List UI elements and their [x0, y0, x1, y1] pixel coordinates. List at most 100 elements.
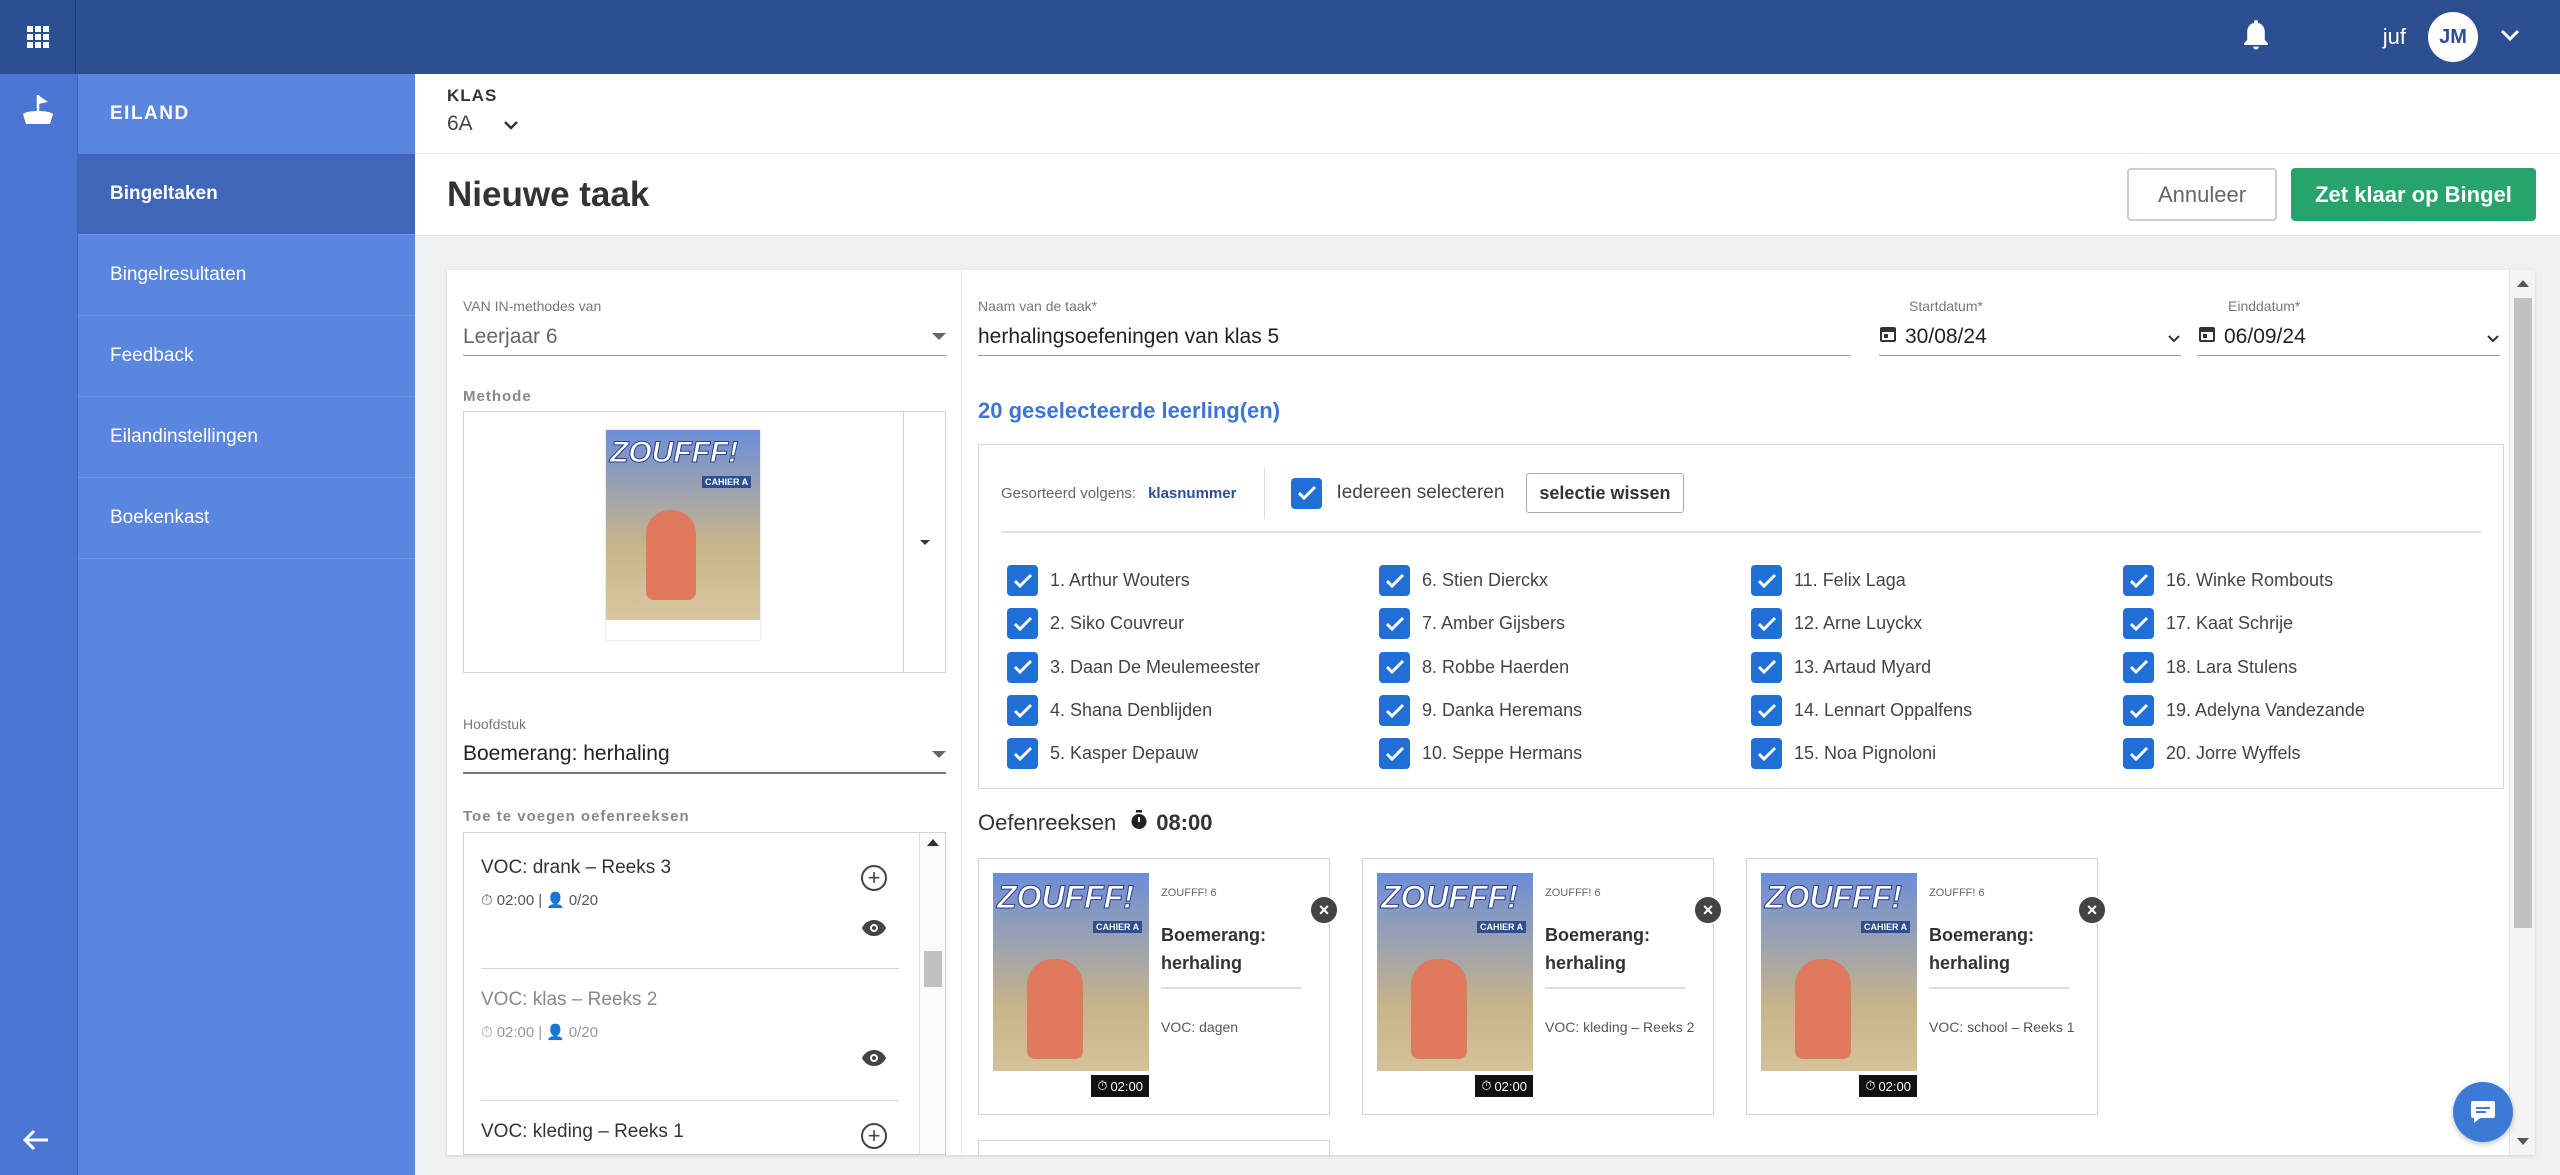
- exercise-card[interactable]: ZOUFFF! CAHIER A ⏱ 02:00 ZOUFFF! 6 Boemerang:…: [978, 858, 1339, 1115]
- student-item[interactable]: 5. Kasper Depauw: [1007, 732, 1379, 775]
- student-checkbox[interactable]: [1751, 608, 1782, 640]
- student-item[interactable]: 6. Stien Dierckx: [1379, 559, 1751, 602]
- student-name: 6. Stien Dierckx: [1422, 570, 1549, 591]
- student-checkbox[interactable]: [1379, 651, 1410, 683]
- card-partial: [978, 1140, 1330, 1155]
- scroll-up-icon[interactable]: [2517, 280, 2529, 287]
- student-item[interactable]: 14. Lennart Oppalfens: [1751, 689, 2123, 732]
- remove-card-icon[interactable]: ×: [1693, 895, 1723, 925]
- student-item[interactable]: 19. Adelyna Vandezande: [2123, 689, 2487, 732]
- student-item[interactable]: 1. Arthur Wouters: [1007, 559, 1379, 602]
- apps-grid-icon[interactable]: [0, 0, 76, 74]
- reeksen-scrollbar[interactable]: [919, 833, 945, 1154]
- reeksen-list[interactable]: VOC: drank – Reeks 3 ⏱ 02:00 | 👤 0/20 + VOC:…: [463, 832, 946, 1155]
- chevron-down-icon[interactable]: [2500, 28, 2520, 46]
- bell-icon[interactable]: [2241, 18, 2271, 57]
- student-item[interactable]: 16. Winke Rombouts: [2123, 559, 2487, 602]
- select-all-label[interactable]: Iedereen selecteren: [1336, 482, 1504, 504]
- student-checkbox[interactable]: [2123, 565, 2154, 597]
- methode-dropdown[interactable]: [903, 412, 945, 672]
- student-checkbox[interactable]: [2123, 608, 2154, 640]
- student-item[interactable]: 10. Seppe Hermans: [1379, 732, 1751, 775]
- student-item[interactable]: 2. Siko Couvreur: [1007, 602, 1379, 645]
- scroll-up-icon[interactable]: [927, 839, 939, 846]
- sidebar-item-eilandinstellingen[interactable]: Eilandinstellingen: [78, 397, 415, 478]
- student-item[interactable]: 18. Lara Stulens: [2123, 646, 2487, 689]
- scroll-thumb[interactable]: [2514, 298, 2532, 928]
- einddatum-field[interactable]: 06/09/24: [2198, 318, 2500, 356]
- sidebar-item-bingeltaken[interactable]: Bingeltaken: [78, 154, 415, 235]
- student-checkbox[interactable]: [1751, 565, 1782, 597]
- klas-select[interactable]: 6A: [447, 112, 2528, 136]
- student-item[interactable]: 13. Artaud Myard: [1751, 646, 2123, 689]
- caret-down-icon: [919, 539, 930, 545]
- scroll-down-icon[interactable]: [2517, 1138, 2529, 1145]
- island-logo-icon[interactable]: [19, 92, 57, 133]
- student-checkbox[interactable]: [1007, 651, 1038, 683]
- student-grid: 1. Arthur Wouters 6. Stien Dierckx 11. Fel…: [1007, 559, 2487, 775]
- student-checkbox[interactable]: [2123, 695, 2154, 727]
- student-checkbox[interactable]: [2123, 738, 2154, 770]
- select-all-checkbox[interactable]: [1291, 477, 1323, 509]
- title-bar: Nieuwe taak Annuleer Zet klaar op Bingel: [415, 154, 2560, 236]
- chat-icon[interactable]: [2453, 1082, 2513, 1142]
- eye-icon[interactable]: [861, 1049, 887, 1072]
- student-item[interactable]: 12. Arne Luyckx: [1751, 602, 2123, 645]
- card-time: ⏱ 02:00: [1475, 1075, 1533, 1097]
- student-item[interactable]: 3. Daan De Meulemeester: [1007, 646, 1379, 689]
- separator: |: [538, 1023, 543, 1041]
- student-checkbox[interactable]: [1007, 738, 1038, 770]
- arrow-left-icon[interactable]: [22, 1128, 50, 1157]
- student-name: 18. Lara Stulens: [2166, 656, 2298, 677]
- student-checkbox[interactable]: [1751, 651, 1782, 683]
- sidebar-item-boekenkast[interactable]: Boekenkast: [78, 478, 415, 559]
- student-item[interactable]: 4. Shana Denblijden: [1007, 689, 1379, 732]
- student-checkbox[interactable]: [1007, 695, 1038, 727]
- sort-value[interactable]: klasnummer: [1148, 485, 1236, 502]
- student-checkbox[interactable]: [1751, 695, 1782, 727]
- remove-card-icon[interactable]: ×: [1309, 895, 1339, 925]
- exercise-card[interactable]: ZOUFFF! CAHIER A ⏱ 02:00 ZOUFFF! 6 Boemerang:…: [1746, 858, 2107, 1115]
- student-checkbox[interactable]: [1007, 608, 1038, 640]
- naam-input[interactable]: herhalingsoefeningen van klas 5: [978, 318, 1850, 356]
- methodes-select[interactable]: Leerjaar 6: [463, 318, 946, 356]
- student-item[interactable]: 15. Noa Pignoloni: [1751, 732, 2123, 775]
- add-circle-icon[interactable]: +: [861, 1123, 887, 1149]
- remove-card-icon[interactable]: ×: [2077, 895, 2107, 925]
- naam-label: Naam van de taak*: [978, 298, 1098, 314]
- klas-bar: KLAS 6A: [415, 74, 2560, 154]
- exercise-card[interactable]: ZOUFFF! CAHIER A ⏱ 02:00 ZOUFFF! 6 Boemerang:…: [1362, 858, 1723, 1115]
- student-checkbox[interactable]: [2123, 651, 2154, 683]
- student-checkbox[interactable]: [1379, 608, 1410, 640]
- reeks-time: 02:00: [496, 1023, 535, 1041]
- sidebar-item-feedback[interactable]: Feedback: [78, 316, 415, 397]
- student-checkbox[interactable]: [1379, 738, 1410, 770]
- clear-selection-button[interactable]: selectie wissen: [1526, 473, 1684, 513]
- scroll-thumb[interactable]: [924, 951, 942, 987]
- student-item[interactable]: 9. Danka Heremans: [1379, 689, 1751, 732]
- reeksen-label: Toe te voegen oefenreeksen: [463, 808, 690, 825]
- student-item[interactable]: 20. Jorre Wyffels: [2123, 732, 2487, 775]
- student-item[interactable]: 17. Kaat Schrije: [2123, 602, 2487, 645]
- startdatum-field[interactable]: 30/08/24: [1879, 318, 2181, 356]
- main-scrollbar[interactable]: [2509, 270, 2535, 1155]
- reeks-count: 0/20: [568, 891, 599, 909]
- student-checkbox[interactable]: [1751, 738, 1782, 770]
- add-circle-icon[interactable]: +: [861, 865, 887, 891]
- student-checkbox[interactable]: [1007, 565, 1038, 597]
- student-checkbox[interactable]: [1379, 565, 1410, 597]
- eye-icon[interactable]: [861, 919, 887, 942]
- student-checkbox[interactable]: [1379, 695, 1410, 727]
- student-item[interactable]: 8. Robbe Haerden: [1379, 646, 1751, 689]
- list-item: VOC: drank – Reeks 3 ⏱ 02:00 | 👤 0/20 +: [481, 837, 899, 969]
- student-name: 8. Robbe Haerden: [1422, 656, 1570, 677]
- student-item[interactable]: 11. Felix Laga: [1751, 559, 2123, 602]
- avatar[interactable]: JM: [2428, 12, 2478, 62]
- methode-select[interactable]: ZOUFFF! CAHIER A: [463, 411, 946, 673]
- student-item[interactable]: 7. Amber Gijsbers: [1379, 602, 1751, 645]
- hoofdstuk-select[interactable]: Boemerang: herhaling: [463, 736, 946, 774]
- cancel-button[interactable]: Annuleer: [2127, 168, 2277, 221]
- sidebar-item-bingelresultaten[interactable]: Bingelresultaten: [78, 235, 415, 316]
- selected-count[interactable]: 20 geselecteerde leerling(en): [978, 398, 1280, 424]
- submit-button[interactable]: Zet klaar op Bingel: [2291, 168, 2536, 221]
